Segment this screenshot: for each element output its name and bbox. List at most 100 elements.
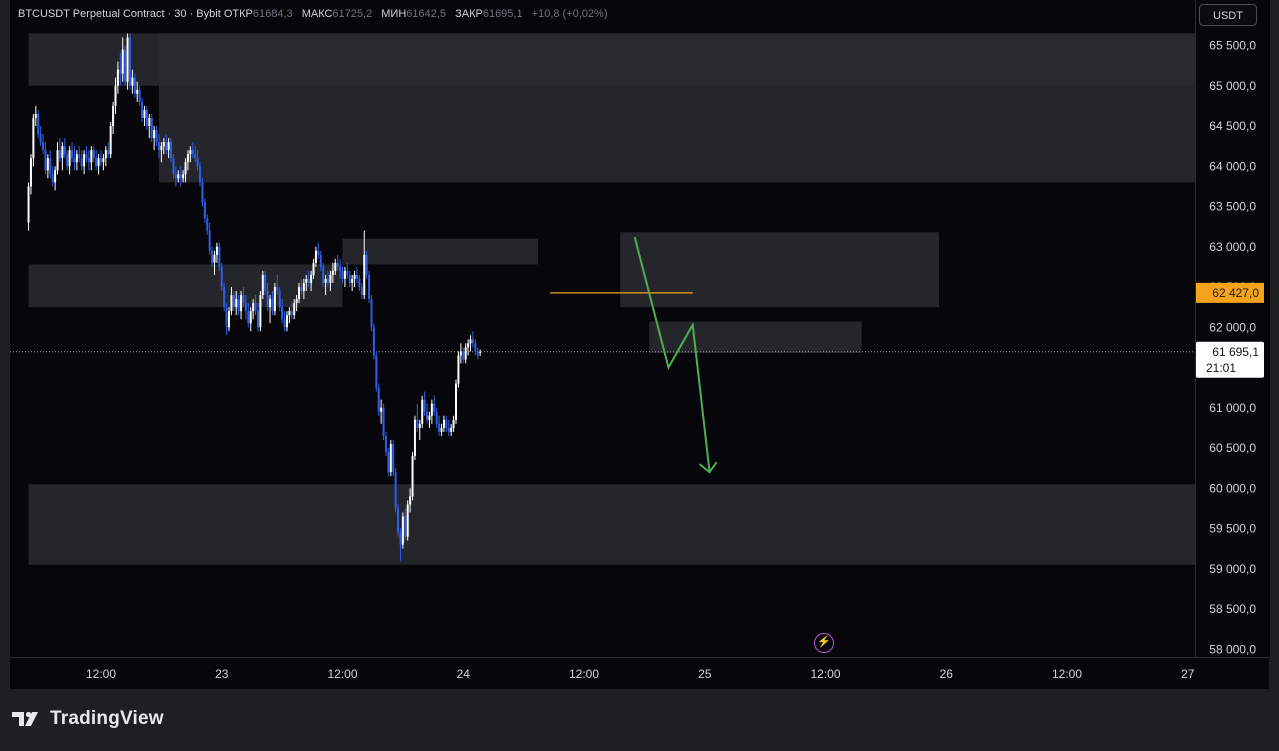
price-tick-label: 63 000,0 [1209,240,1256,254]
candle-body-131 [343,270,346,279]
low-label: МИН [381,8,407,20]
candle-body-2 [32,117,35,159]
tradingview-logo[interactable]: TradingView [12,708,164,730]
candle-body-181 [464,347,467,360]
candle-body-152 [394,472,397,509]
candle-body-23 [83,154,86,167]
candle-body-8 [46,158,49,171]
candle-body-6 [42,142,45,151]
candle-body-132 [346,270,349,275]
candle-body-3 [34,113,37,118]
candle-body-11 [54,170,57,183]
candle-body-40 [124,49,127,82]
candle-body-14 [61,146,64,159]
candle-body-49 [145,109,148,126]
candle-body-54 [157,142,160,151]
candle-body-127 [334,262,337,271]
candle-body-108 [288,311,291,316]
candle-body-184 [471,339,474,344]
candle-body-48 [143,109,146,118]
symbol-title[interactable]: BTCUSDT Perpetual Contract · 30 · Bybit [18,8,221,20]
time-tick-label: 25 [698,667,712,681]
candle-body-52 [153,130,156,139]
price-tick-label: 61 000,0 [1209,401,1256,415]
candle-body-86 [235,299,238,308]
candle-body-178 [457,355,460,384]
candle-body-107 [285,315,288,328]
candle-body-117 [310,274,313,283]
zone-6 [28,484,1195,565]
candle-body-94 [254,303,257,312]
high-value: 61725,2 [332,8,373,20]
candle-body-44 [133,77,136,94]
candle-body-148 [384,435,387,453]
candle-body-168 [433,403,436,412]
candle-body-9 [49,158,52,175]
candle-body-0 [27,186,30,223]
candle-body-10 [51,174,54,183]
candle-body-150 [389,443,392,473]
zone-2 [28,264,343,308]
candle-body-112 [298,287,301,300]
candle-body-53 [155,130,158,143]
currency-button[interactable]: USDT [1199,4,1257,26]
candle-body-67 [189,150,192,155]
candle-body-51 [150,117,153,139]
lightning-icon[interactable]: ⚡ [814,633,834,653]
candle-body-65 [184,162,187,175]
candle-body-140 [365,254,368,275]
candle-body-43 [131,77,134,86]
candle-body-100 [269,299,272,308]
candle-body-156 [404,516,407,537]
candle-body-34 [109,126,112,155]
candle-body-126 [331,270,334,275]
candle-body-103 [276,287,279,292]
candle-body-79 [218,246,221,267]
candle-body-186 [476,351,479,356]
symbol-legend: BTCUSDT Perpetual Contract · 30 · Bybit … [18,8,608,20]
price-tick-label: 60 500,0 [1209,441,1256,455]
candle-body-179 [459,351,462,356]
candle-body-41 [126,37,129,82]
price-tick-label: 64 500,0 [1209,119,1256,133]
candle-body-164 [423,399,426,412]
candle-body-4 [37,113,40,135]
candle-body-63 [179,174,182,179]
candle-body-134 [351,278,354,283]
candle-body-167 [430,403,433,416]
candle-body-20 [75,154,78,163]
candle-body-182 [467,343,470,348]
candle-body-109 [290,311,293,316]
candle-body-73 [203,202,206,219]
candle-body-66 [186,154,189,163]
chart-canvas[interactable]: 65 500,0 65 000,0 64 500,0 64 000,0 63 500,0… [0,0,1279,690]
candle-body-95 [256,311,259,328]
time-tick-label: 26 [940,667,954,681]
candle-body-50 [148,117,151,126]
candle-body-38 [119,69,122,74]
candle-body-143 [372,327,375,356]
candle-body-159 [411,456,414,497]
zone-5 [649,321,862,354]
candle-body-89 [242,295,245,304]
candle-body-19 [73,158,76,163]
candle-body-60 [172,158,175,175]
candle-body-141 [368,274,371,300]
candle-body-154 [399,532,402,545]
price-tick-label: 64 000,0 [1209,159,1256,173]
candle-body-102 [273,287,276,312]
zone-4 [620,232,940,308]
price-tick-label: 58 000,0 [1209,642,1256,656]
candle-body-118 [312,262,315,275]
candle-body-35 [112,105,115,126]
candle-body-30 [100,158,102,163]
candle-body-75 [208,230,211,251]
candle-body-166 [428,415,431,420]
price-tick-label: 65 500,0 [1209,39,1256,53]
candle-body-17 [68,150,71,167]
candle-body-1 [29,158,32,187]
time-tick-label: 12:00 [810,667,840,681]
candle-body-106 [283,319,286,328]
candle-body-162 [418,423,421,428]
candle-body-74 [206,218,209,231]
